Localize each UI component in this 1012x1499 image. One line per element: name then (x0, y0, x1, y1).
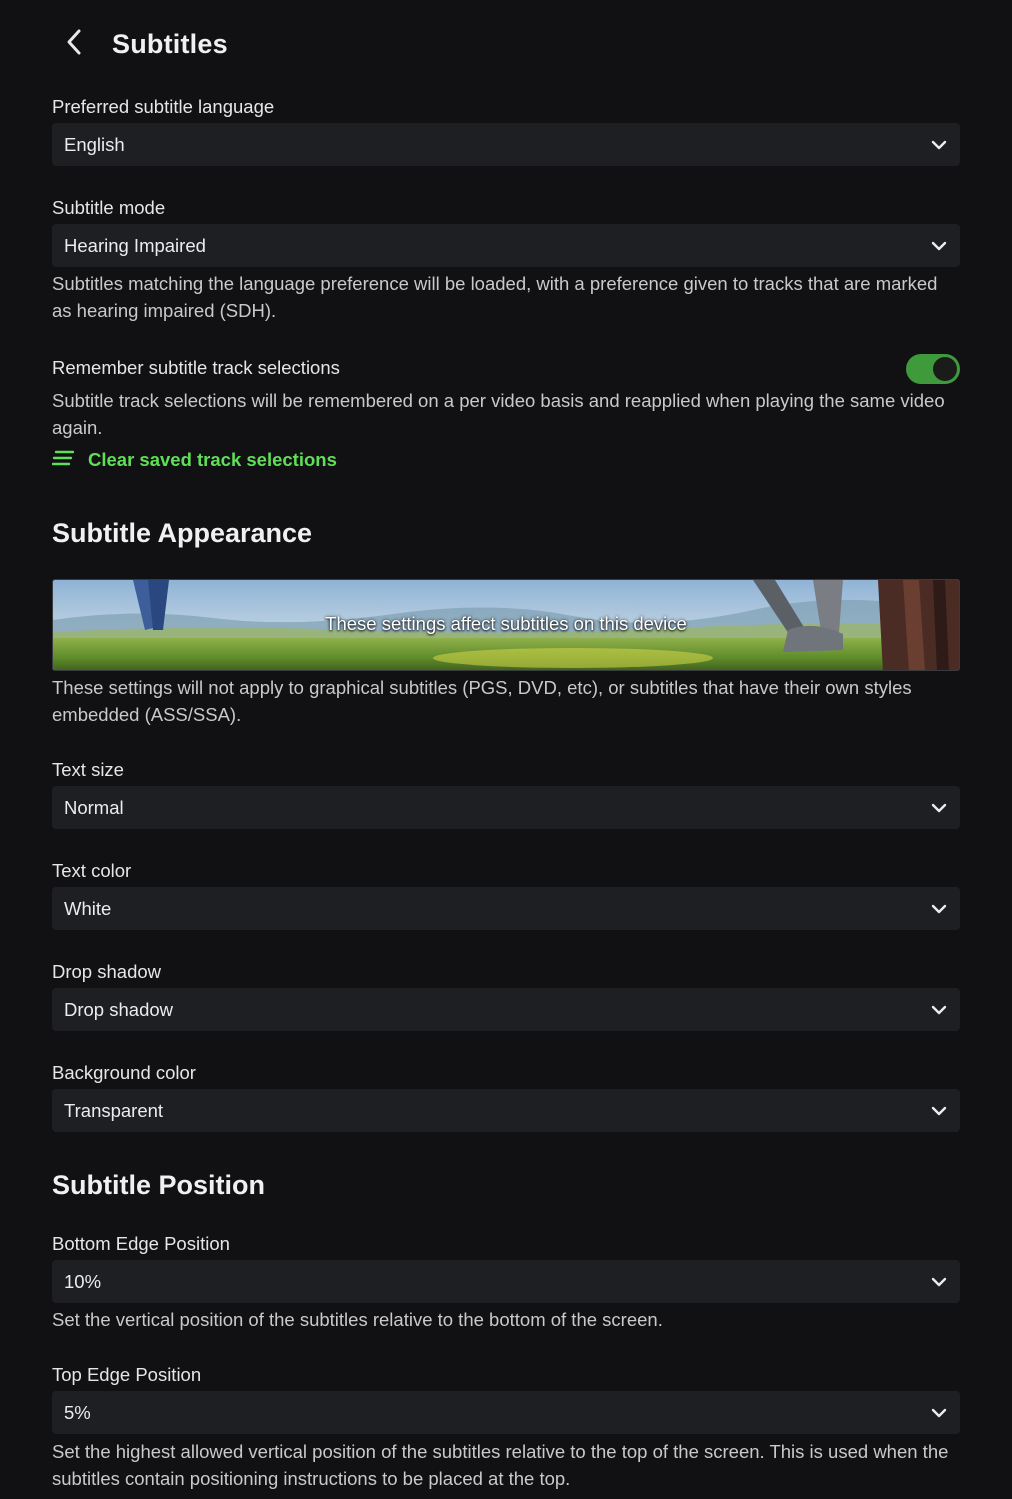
chevron-down-icon (930, 1001, 948, 1019)
top-edge-value: 5% (64, 1401, 91, 1423)
chevron-down-icon (930, 799, 948, 817)
background-color-select[interactable]: Transparent (52, 1089, 960, 1132)
chevron-down-icon (930, 1273, 948, 1291)
top-edge-label: Top Edge Position (52, 1364, 202, 1385)
appearance-note: These settings will not apply to graphic… (52, 677, 912, 725)
text-color-label: Text color (52, 860, 132, 881)
mode-label: Subtitle mode (52, 197, 166, 218)
chevron-left-icon (64, 28, 84, 61)
drop-shadow-select[interactable]: Drop shadow (52, 988, 960, 1031)
bottom-edge-value: 10% (64, 1270, 102, 1292)
remember-label: Remember subtitle track selections (52, 357, 340, 378)
header: Subtitles (52, 22, 228, 66)
preview-subtitle-text: These settings affect subtitles on this … (325, 613, 687, 634)
subtitle-preview: These settings affect subtitles on this … (52, 579, 960, 671)
language-label: Preferred subtitle language (52, 96, 275, 117)
text-color-select[interactable]: White (52, 887, 960, 930)
chevron-down-icon (930, 237, 948, 255)
clear-selections-label: Clear saved track selections (88, 449, 337, 470)
chevron-down-icon (930, 1404, 948, 1422)
clear-list-icon (51, 450, 75, 471)
position-heading: Subtitle Position (52, 1170, 265, 1200)
toggle-knob (933, 357, 957, 381)
bottom-edge-select[interactable]: 10% (52, 1260, 960, 1303)
mode-description: Subtitles matching the language preferen… (52, 273, 938, 321)
language-select[interactable]: English (52, 123, 960, 166)
chevron-down-icon (930, 1102, 948, 1120)
text-size-label: Text size (52, 759, 124, 780)
chevron-down-icon (930, 900, 948, 918)
remember-toggle[interactable] (906, 354, 960, 384)
bottom-edge-label: Bottom Edge Position (52, 1233, 230, 1254)
top-edge-description: Set the highest allowed vertical positio… (52, 1441, 949, 1489)
drop-shadow-label: Drop shadow (52, 961, 162, 982)
page-title: Subtitles (112, 28, 228, 59)
appearance-heading: Subtitle Appearance (52, 518, 313, 548)
chevron-down-icon (930, 136, 948, 154)
back-button[interactable] (52, 22, 96, 66)
text-size-value: Normal (64, 796, 124, 818)
mode-select-value: Hearing Impaired (64, 234, 206, 256)
clear-selections-button[interactable]: Clear saved track selections (51, 448, 337, 472)
background-color-label: Background color (52, 1062, 196, 1083)
text-color-value: White (64, 897, 112, 919)
background-color-value: Transparent (64, 1099, 164, 1121)
top-edge-select[interactable]: 5% (52, 1391, 960, 1434)
language-select-value: English (64, 133, 125, 155)
mode-select[interactable]: Hearing Impaired (52, 224, 960, 267)
subtitles-settings-page: Subtitles Preferred subtitle language En… (0, 0, 1012, 1499)
drop-shadow-value: Drop shadow (64, 998, 174, 1020)
remember-description: Subtitle track selections will be rememb… (52, 390, 945, 438)
bottom-edge-description: Set the vertical position of the subtitl… (52, 1309, 663, 1330)
text-size-select[interactable]: Normal (52, 786, 960, 829)
